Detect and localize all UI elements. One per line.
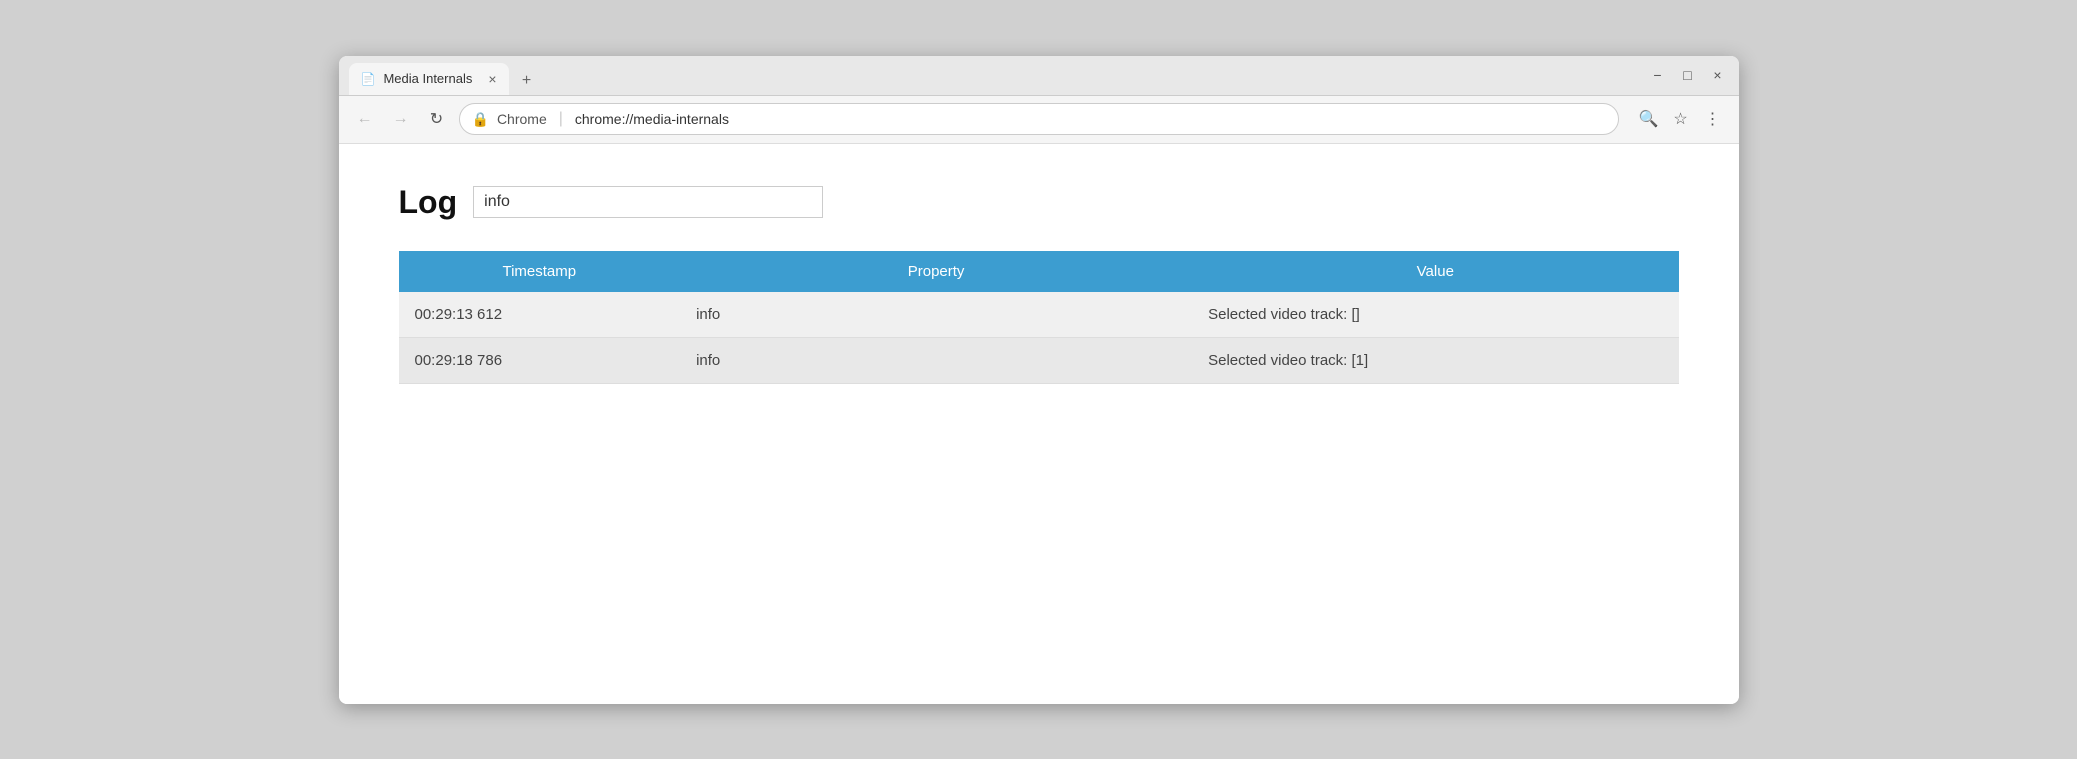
cell-value: Selected video track: [1] (1192, 337, 1678, 383)
new-tab-icon: + (522, 72, 531, 90)
tab-title: Media Internals (383, 71, 480, 86)
table-header-row: Timestamp Property Value (399, 251, 1679, 292)
menu-button[interactable]: ⋮ (1699, 105, 1727, 133)
column-header-value: Value (1192, 251, 1678, 292)
origin-label: Chrome (497, 111, 547, 127)
url-separator: | (559, 110, 563, 128)
tab-page-icon: 📄 (361, 72, 376, 86)
cell-timestamp: 00:29:18 786 (399, 337, 681, 383)
address-bar: ← → ↻ 🔒 Chrome | chrome://media-internal… (339, 96, 1739, 144)
forward-button[interactable]: → (387, 105, 415, 133)
back-button[interactable]: ← (351, 105, 379, 133)
close-button[interactable]: × (1707, 64, 1729, 86)
column-header-timestamp: Timestamp (399, 251, 681, 292)
log-title: Log (399, 184, 458, 221)
tab-area: 📄 Media Internals × + (349, 56, 1637, 95)
url-path: chrome://media-internals (575, 111, 1606, 127)
log-table: Timestamp Property Value 00:29:13 612inf… (399, 251, 1679, 384)
window-controls: − □ × (1647, 64, 1729, 86)
minimize-button[interactable]: − (1647, 64, 1669, 86)
reload-button[interactable]: ↻ (423, 105, 451, 133)
cell-value: Selected video track: [] (1192, 292, 1678, 338)
title-bar: 📄 Media Internals × + − □ × (339, 56, 1739, 96)
table-row: 00:29:13 612infoSelected video track: [] (399, 292, 1679, 338)
new-tab-button[interactable]: + (513, 67, 541, 95)
cell-timestamp: 00:29:13 612 (399, 292, 681, 338)
search-button[interactable]: 🔍 (1635, 105, 1663, 133)
bookmark-button[interactable]: ☆ (1667, 105, 1695, 133)
log-header: Log (399, 184, 1679, 221)
browser-window: 📄 Media Internals × + − □ × ← → ↻ 🔒 Chro… (339, 56, 1739, 704)
cell-property: info (680, 292, 1192, 338)
table-row: 00:29:18 786infoSelected video track: [1… (399, 337, 1679, 383)
secure-icon: 🔒 (472, 111, 489, 128)
cell-property: info (680, 337, 1192, 383)
page-content: Log Timestamp Property Value 00:29:13 61… (339, 144, 1739, 704)
active-tab[interactable]: 📄 Media Internals × (349, 63, 509, 95)
maximize-button[interactable]: □ (1677, 64, 1699, 86)
address-input-container[interactable]: 🔒 Chrome | chrome://media-internals (459, 103, 1619, 135)
tab-close-button[interactable]: × (488, 71, 496, 87)
log-filter-input[interactable] (473, 186, 823, 218)
address-actions: 🔍 ☆ ⋮ (1635, 105, 1727, 133)
column-header-property: Property (680, 251, 1192, 292)
